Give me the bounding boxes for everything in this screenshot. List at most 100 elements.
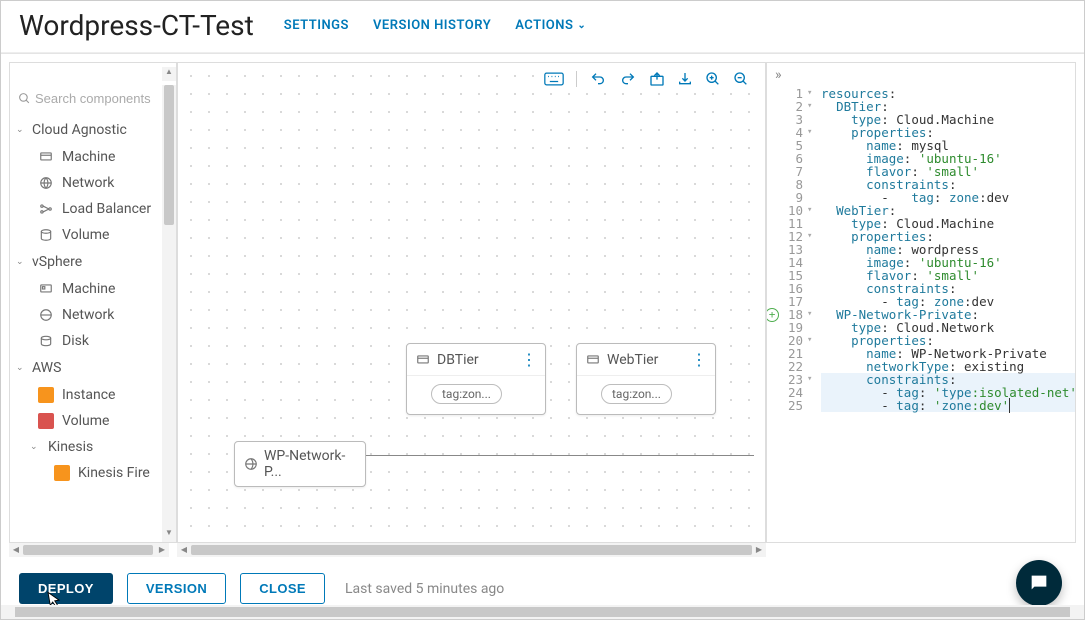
version-button[interactable]: VERSION (127, 573, 226, 604)
header: Wordpress-CT-Test SETTINGS VERSION HISTO… (1, 1, 1084, 53)
item-aws-instance[interactable]: Instance (10, 382, 174, 408)
kinesis-fire-icon (54, 465, 70, 481)
item-aws-kinesis-fire[interactable]: Kinesis Fire (10, 460, 174, 486)
scrollbar-thumb[interactable] (15, 607, 1070, 617)
network-icon (38, 175, 54, 191)
code-editor[interactable]: + 12345678910111213141516171819202122232… (767, 87, 1075, 542)
item-label: Load Balancer (62, 201, 151, 217)
item-label: Network (62, 175, 114, 191)
chevron-down-icon: ⌄ (16, 125, 26, 135)
component-sidebar: « ⌄ Cloud Agnostic Machine (9, 62, 177, 543)
scrollbar-thumb[interactable] (191, 545, 752, 555)
node-webtier[interactable]: WebTier ⋮ tag:zon... (576, 343, 716, 415)
chat-bubble-icon[interactable] (1016, 560, 1062, 606)
search-icon (18, 92, 31, 105)
section-label: Cloud Agnostic (32, 122, 127, 138)
item-label: Machine (62, 149, 115, 165)
actions-menu-label: ACTIONS (515, 18, 573, 33)
node-dbtier[interactable]: DBTier ⋮ tag:zon... (406, 343, 546, 415)
code-panel: » + 123456789101112131415161718192021222… (766, 62, 1076, 543)
scrollbar-thumb[interactable] (164, 85, 174, 225)
node-network[interactable]: WP-Network-P... (234, 441, 366, 487)
scroll-right-icon[interactable]: ▶ (752, 543, 766, 557)
export-icon[interactable] (649, 71, 665, 87)
import-icon[interactable] (677, 71, 693, 87)
scroll-left-icon[interactable]: ◀ (177, 543, 191, 557)
item-load-balancer[interactable]: Load Balancer (10, 196, 174, 222)
settings-link[interactable]: SETTINGS (284, 18, 349, 33)
item-label: Network (62, 307, 114, 323)
section-vsphere[interactable]: ⌄ vSphere (10, 248, 174, 276)
redo-icon[interactable] (619, 71, 637, 87)
version-history-link[interactable]: VERSION HISTORY (373, 18, 491, 33)
chevron-down-icon: ⌄ (16, 363, 26, 373)
item-vs-machine[interactable]: Machine (10, 276, 174, 302)
item-aws-volume[interactable]: Volume (10, 408, 174, 434)
window-hscroll[interactable] (1, 605, 1084, 619)
item-volume[interactable]: Volume (10, 222, 174, 248)
sidebar-search[interactable] (10, 87, 176, 116)
chevron-down-icon: ⌄ (16, 257, 26, 267)
close-button[interactable]: CLOSE (240, 573, 325, 604)
instance-icon (38, 387, 54, 403)
actions-menu[interactable]: ACTIONS ⌄ (515, 18, 586, 33)
item-machine[interactable]: Machine (10, 144, 174, 170)
node-actions-icon[interactable]: ⋮ (691, 350, 707, 369)
item-label: Disk (62, 333, 89, 349)
sidebar-hscroll[interactable]: ◀ ▶ (9, 543, 169, 557)
volume-icon (38, 227, 54, 243)
zoom-in-icon[interactable] (705, 71, 721, 87)
item-label: Volume (62, 227, 109, 243)
item-label: Kinesis (48, 439, 93, 455)
code-collapse-icon[interactable]: » (775, 67, 782, 83)
section-cloud-agnostic[interactable]: ⌄ Cloud Agnostic (10, 116, 174, 144)
section-label: vSphere (32, 254, 82, 270)
last-saved-text: Last saved 5 minutes ago (345, 581, 504, 597)
item-vs-network[interactable]: Network (10, 302, 174, 328)
main: « ⌄ Cloud Agnostic Machine (1, 53, 1084, 543)
node-actions-icon[interactable]: ⋮ (521, 350, 537, 369)
edge-network (366, 455, 754, 456)
node-title: DBTier (437, 352, 479, 368)
scroll-right-icon[interactable]: ▶ (155, 543, 169, 557)
canvas-toolbar (534, 67, 759, 91)
canvas-hscroll[interactable]: ◀ ▶ (177, 543, 766, 557)
chevron-down-icon: ⌄ (577, 20, 586, 31)
scroll-up-icon[interactable]: ▲ (162, 67, 176, 81)
zoom-out-icon[interactable] (733, 71, 749, 87)
node-tag[interactable]: tag:zon... (431, 384, 502, 404)
page-title: Wordpress-CT-Test (19, 9, 254, 42)
item-network[interactable]: Network (10, 170, 174, 196)
section-aws[interactable]: ⌄ AWS (10, 354, 174, 382)
machine-icon (38, 281, 54, 297)
canvas[interactable]: DBTier ⋮ tag:zon... WebTier ⋮ tag:zon... (177, 62, 766, 543)
lb-icon (38, 201, 54, 217)
undo-icon[interactable] (576, 71, 607, 87)
item-label: Instance (62, 387, 115, 403)
deploy-button[interactable]: DEPLOY (19, 573, 113, 604)
item-label: Volume (62, 413, 109, 429)
volume-icon (38, 413, 54, 429)
scroll-down-icon[interactable]: ▼ (162, 528, 176, 542)
search-input[interactable] (35, 91, 168, 106)
node-title: WP-Network-P... (264, 448, 357, 480)
node-tag[interactable]: tag:zon... (601, 384, 672, 404)
sidebar-scrollbar[interactable]: ▲ ▼ (162, 85, 176, 542)
section-label: AWS (32, 360, 61, 376)
network-icon (38, 307, 54, 323)
item-vs-disk[interactable]: Disk (10, 328, 174, 354)
machine-icon (415, 352, 431, 368)
item-label: Machine (62, 281, 115, 297)
component-tree: ⌄ Cloud Agnostic Machine Network Load B (10, 116, 176, 542)
node-title: WebTier (607, 352, 658, 368)
network-icon (243, 456, 258, 472)
scroll-left-icon[interactable]: ◀ (9, 543, 23, 557)
machine-icon (38, 149, 54, 165)
item-aws-kinesis[interactable]: ⌄ Kinesis (10, 434, 174, 460)
machine-icon (585, 352, 601, 368)
item-label: Kinesis Fire (78, 465, 150, 481)
scrollbar-thumb[interactable] (23, 545, 153, 555)
chevron-down-icon: ⌄ (30, 442, 40, 452)
keyboard-icon[interactable] (544, 72, 564, 86)
disk-icon (38, 333, 54, 349)
